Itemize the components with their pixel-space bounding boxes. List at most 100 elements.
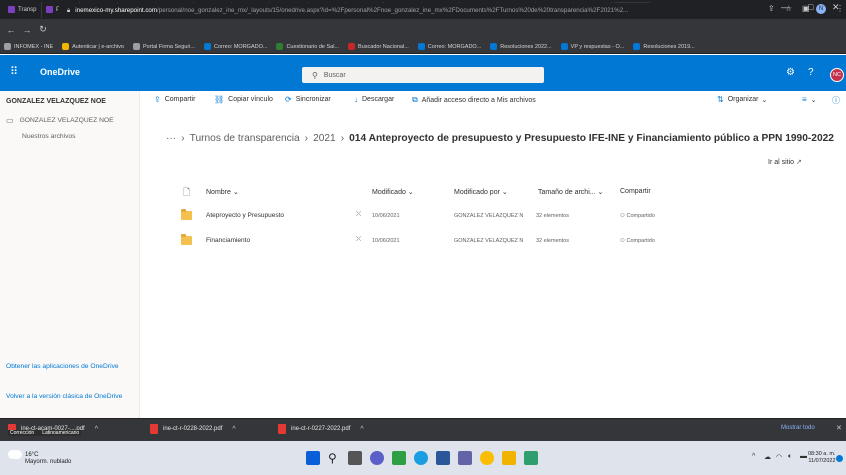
profile-icon[interactable]: N — [816, 4, 826, 14]
windows-start-icon[interactable] — [306, 451, 320, 465]
row-name[interactable]: Financiamiento — [206, 237, 250, 244]
file-type-icon[interactable]: 🗋︎ — [183, 185, 190, 201]
link-icon: ⛓ — [214, 95, 225, 104]
word-icon[interactable] — [436, 451, 450, 465]
bookmark-label: Autenticar | e-archivo — [72, 43, 124, 50]
bookmark-item[interactable]: Correo: MORGADO... — [417, 43, 482, 50]
bookmark-label: VP y respuestas - O... — [570, 43, 625, 50]
breadcrumb-overflow[interactable]: ··· — [166, 133, 176, 144]
battery-icon[interactable]: ▬ — [800, 453, 807, 460]
column-header-label: Tamaño de archi... — [538, 189, 596, 196]
teams-app-icon[interactable] — [458, 451, 472, 465]
copy-link-button[interactable]: ⛓ Copiar vínculo — [214, 95, 273, 104]
bookmark-item[interactable]: Correo: MORGADO... — [203, 43, 268, 50]
tab-favicon-icon — [46, 6, 53, 13]
classic-view-link[interactable]: Volver a la versión clásica de OneDrive — [6, 392, 131, 401]
chevron-up-icon[interactable]: ^ — [95, 426, 98, 433]
bookmark-label: Cuestionario de Sal... — [286, 43, 340, 50]
share-button[interactable]: ⇪ Compartir — [154, 95, 195, 104]
column-header-modified-by[interactable]: Modificado por ⌄ — [454, 188, 508, 196]
download-item[interactable]: ine-ct-r-0228-2022.pdf ^ — [150, 424, 236, 434]
app-icon[interactable] — [524, 451, 538, 465]
chrome-icon[interactable] — [480, 451, 494, 465]
onedrive-brand[interactable]: OneDrive — [40, 67, 80, 77]
weather-temp: 16°C — [25, 452, 39, 459]
bookmark-item[interactable]: Resoluciones 2022... — [490, 43, 552, 50]
bookmark-label: Correo: MORGADO... — [427, 43, 482, 50]
show-hidden-icons[interactable]: ^ — [752, 453, 755, 460]
sidepanel-icon[interactable]: ▣ — [802, 4, 810, 13]
row-modified: 10/06/2021 — [372, 238, 400, 244]
settings-gear-icon[interactable]: ⚙ — [786, 67, 795, 78]
reload-icon[interactable]: ↻ — [38, 24, 48, 35]
column-header-modified[interactable]: Modificado ⌄ — [372, 188, 414, 196]
browser-edge-icon[interactable] — [414, 451, 428, 465]
info-button[interactable]: ⓘ — [832, 95, 844, 106]
show-all-downloads-button[interactable]: Mostrar todo — [781, 425, 815, 431]
back-icon[interactable]: ← — [6, 25, 16, 35]
weather-widget[interactable]: 16°C Mayorm. nublado — [8, 450, 71, 466]
download-button[interactable]: ↓ Descargar — [354, 95, 394, 104]
avatar[interactable]: NC — [830, 68, 844, 82]
close-download-bar-icon[interactable]: ✕ — [836, 424, 842, 432]
chevron-up-icon[interactable]: ^ — [360, 426, 363, 433]
bookmark-star-icon[interactable]: ☆ — [785, 4, 792, 13]
bookmark-item[interactable]: VP y respuestas - O... — [560, 43, 625, 50]
help-icon[interactable]: ? — [808, 67, 814, 78]
edge-icon[interactable] — [392, 451, 406, 465]
organize-button[interactable]: ⇅ Organizar ⌄ — [717, 95, 767, 104]
sync-status-icon: ⤬ — [356, 236, 362, 243]
bookmark-favicon-icon — [348, 43, 356, 50]
teams-icon[interactable] — [370, 451, 384, 465]
info-icon: ⓘ — [832, 96, 840, 105]
goto-site-link[interactable]: Ir al sitio ↗ — [768, 158, 802, 166]
get-apps-link[interactable]: Obtener las aplicaciones de OneDrive — [6, 362, 131, 371]
bookmark-item[interactable]: Resoluciones 2019... — [633, 43, 695, 50]
sidebar-item-my-files[interactable]: ▭ GONZALEZ VELAZQUEZ NOE — [6, 116, 140, 125]
notification-icon[interactable] — [836, 455, 843, 462]
goto-site-label: Ir al sitio — [768, 159, 795, 166]
sync-button[interactable]: ⟳ Sincronizar — [285, 95, 331, 104]
download-item[interactable]: ine-ct-r-0227-2022.pdf ^ — [278, 424, 364, 434]
browser-menu-icon[interactable]: ⋮ — [836, 4, 844, 13]
chevron-up-icon[interactable]: ^ — [232, 426, 235, 433]
sidebar-item-shared[interactable]: Nuestros archivos — [22, 133, 76, 140]
column-header-size[interactable]: Tamaño de archi... ⌄ — [538, 188, 603, 196]
tooltip-item: Corrección — [10, 430, 35, 436]
row-name[interactable]: Ateproyecto y Presupuesto — [206, 212, 284, 219]
tooltip-item: Latinoamericano — [42, 430, 80, 436]
breadcrumb-item[interactable]: 2021 — [313, 133, 336, 144]
copy-link-label: Copiar vínculo — [228, 96, 273, 103]
bookmark-item[interactable]: INFOMEX - INE — [4, 43, 53, 50]
volume-icon[interactable]: 🔈︎ — [788, 453, 792, 461]
bookmark-item[interactable]: Portal Firma Seguri... — [133, 43, 195, 50]
bookmark-item[interactable]: Buscador Nacional... — [348, 43, 409, 50]
search-icon[interactable]: ⚲ — [328, 451, 342, 465]
tooltip-strip: Corrección Latinoamericano — [8, 430, 82, 436]
search-box[interactable]: ⚲ Buscar — [302, 67, 544, 83]
browser-tab[interactable]: Transp — [4, 1, 42, 18]
bookmark-favicon-icon — [490, 43, 498, 50]
app-launcher-icon[interactable]: ⠿ — [10, 66, 22, 78]
add-shortcut-button[interactable]: ⧉ Añadir acceso directo a Mis archivos — [412, 95, 536, 105]
view-options-button[interactable]: ≡ ⌄ — [802, 95, 817, 104]
table-row[interactable]: Ateproyecto y Presupuesto ⤬ 10/06/2021 G… — [140, 205, 846, 227]
download-filename: ine-ct-r-0228-2022.pdf — [163, 426, 223, 432]
file-explorer-icon[interactable] — [502, 451, 516, 465]
task-view-icon[interactable] — [348, 451, 362, 465]
bookmark-label: Correo: MORGADO... — [213, 43, 268, 50]
bookmark-item[interactable]: Cuestionario de Sal... — [276, 43, 339, 50]
system-clock[interactable]: 08:30 a. m. 11/07/2022 — [808, 451, 836, 465]
column-header-name[interactable]: Nombre ⌄ — [206, 188, 239, 196]
forward-icon[interactable]: → — [22, 25, 32, 35]
share-page-icon[interactable]: ⇪ — [768, 4, 775, 13]
bookmark-item[interactable]: Autenticar | e-archivo — [62, 43, 124, 50]
sidebar: GONZALEZ VELAZQUEZ NOE ▭ GONZALEZ VELAZQ… — [0, 91, 140, 418]
wifi-icon[interactable]: ◠ — [776, 453, 782, 461]
table-row[interactable]: Financiamiento ⤬ 10/06/2021 GONZALEZ VEL… — [140, 230, 846, 252]
column-header-sharing[interactable]: Compartir — [620, 188, 651, 195]
cloud-sync-icon[interactable]: ☁ — [764, 453, 771, 461]
url-field[interactable]: 🔒︎ inemexico-my.sharepoint.com /personal… — [58, 3, 762, 18]
bookmark-favicon-icon — [417, 43, 425, 50]
breadcrumb-item[interactable]: Turnos de transparencia — [190, 133, 300, 144]
